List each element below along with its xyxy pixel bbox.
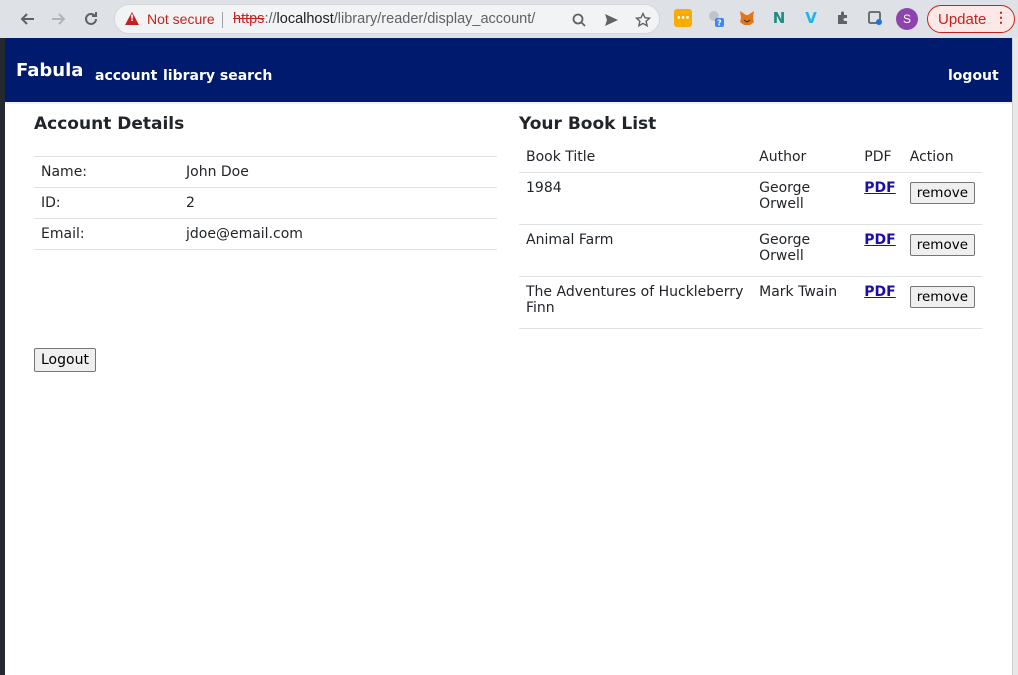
update-button[interactable]: Update ⋮: [927, 5, 1015, 33]
logout-button[interactable]: Logout: [34, 348, 96, 372]
table-header-row: Book Title Author PDF Action: [519, 144, 982, 173]
column-header-title: Book Title: [526, 149, 596, 165]
book-author: George Orwell: [752, 224, 858, 277]
id-label: ID:: [34, 187, 179, 219]
table-row: Animal Farm George Orwell PDF remove: [519, 224, 982, 277]
zoom-icon[interactable]: [569, 10, 589, 30]
pdf-link[interactable]: PDF: [864, 232, 895, 248]
nav-link-account[interactable]: account: [95, 68, 157, 84]
url-text[interactable]: https://localhost/library/reader/display…: [233, 11, 535, 27]
more-icon: ⋮: [994, 9, 1008, 25]
id-value: 2: [179, 187, 497, 219]
reload-icon[interactable]: [80, 8, 102, 30]
table-row: ID: 2: [34, 187, 497, 219]
name-label: Name:: [34, 156, 179, 188]
address-bar[interactable]: Not secure https://localhost/library/rea…: [114, 4, 660, 34]
nav-link-logout[interactable]: logout: [948, 68, 999, 84]
app-navbar: Fabula account library search logout: [5, 38, 1012, 104]
account-details-table: Name: John Doe ID: 2 Email: jdoe@email.c…: [34, 156, 497, 250]
forward-icon[interactable]: [48, 8, 70, 30]
book-title: The Adventures of Huckleberry Finn: [519, 276, 753, 329]
table-row: Email: jdoe@email.com: [34, 218, 497, 250]
browser-toolbar: Not secure https://localhost/library/rea…: [0, 0, 1018, 38]
profile-avatar[interactable]: S: [896, 8, 918, 30]
table-row: The Adventures of Huckleberry Finn Mark …: [519, 276, 982, 329]
account-details-heading: Account Details: [34, 114, 185, 134]
brand-logo[interactable]: Fabula: [16, 60, 83, 81]
book-list-heading: Your Book List: [519, 114, 657, 134]
warning-icon: [125, 12, 139, 25]
nav-link-library-search[interactable]: library search: [163, 68, 272, 84]
svg-text:?: ?: [717, 19, 722, 28]
scrollbar-track[interactable]: [1012, 38, 1018, 675]
pdf-link[interactable]: PDF: [864, 284, 895, 300]
book-title: 1984: [519, 172, 753, 225]
remove-button[interactable]: remove: [909, 182, 975, 204]
table-row: 1984 George Orwell PDF remove: [519, 172, 982, 225]
bookmark-star-icon[interactable]: [633, 10, 653, 30]
send-icon[interactable]: [601, 10, 621, 30]
extension-notes-icon[interactable]: ⋯: [674, 9, 692, 27]
divider: [222, 12, 223, 28]
book-author: Mark Twain: [752, 276, 858, 329]
vimeo-icon[interactable]: V: [802, 9, 820, 27]
book-list-table: Book Title Author PDF Action 1984 George…: [519, 144, 982, 329]
main-content: Account Details Name: John Doe ID: 2 Ema…: [5, 104, 1012, 675]
extension-puzzle-icon[interactable]: [834, 9, 852, 27]
column-header-action: Action: [909, 149, 954, 165]
email-value: jdoe@email.com: [179, 218, 497, 250]
name-value: John Doe: [179, 156, 497, 188]
security-label[interactable]: Not secure: [147, 11, 215, 27]
email-label: Email:: [34, 218, 179, 250]
column-header-author: Author: [759, 149, 807, 165]
metamask-fox-icon[interactable]: [738, 9, 756, 27]
book-author: George Orwell: [752, 172, 858, 225]
pdf-link[interactable]: PDF: [864, 180, 895, 196]
back-icon[interactable]: [16, 8, 38, 30]
book-title: Animal Farm: [519, 224, 753, 277]
remove-button[interactable]: remove: [909, 234, 975, 256]
extension-n-icon[interactable]: N: [770, 9, 788, 27]
remove-button[interactable]: remove: [909, 286, 975, 308]
media-router-icon[interactable]: [866, 9, 884, 27]
table-row: Name: John Doe: [34, 156, 497, 188]
extension-question-icon[interactable]: ?: [706, 9, 724, 27]
column-header-pdf: PDF: [864, 149, 892, 165]
